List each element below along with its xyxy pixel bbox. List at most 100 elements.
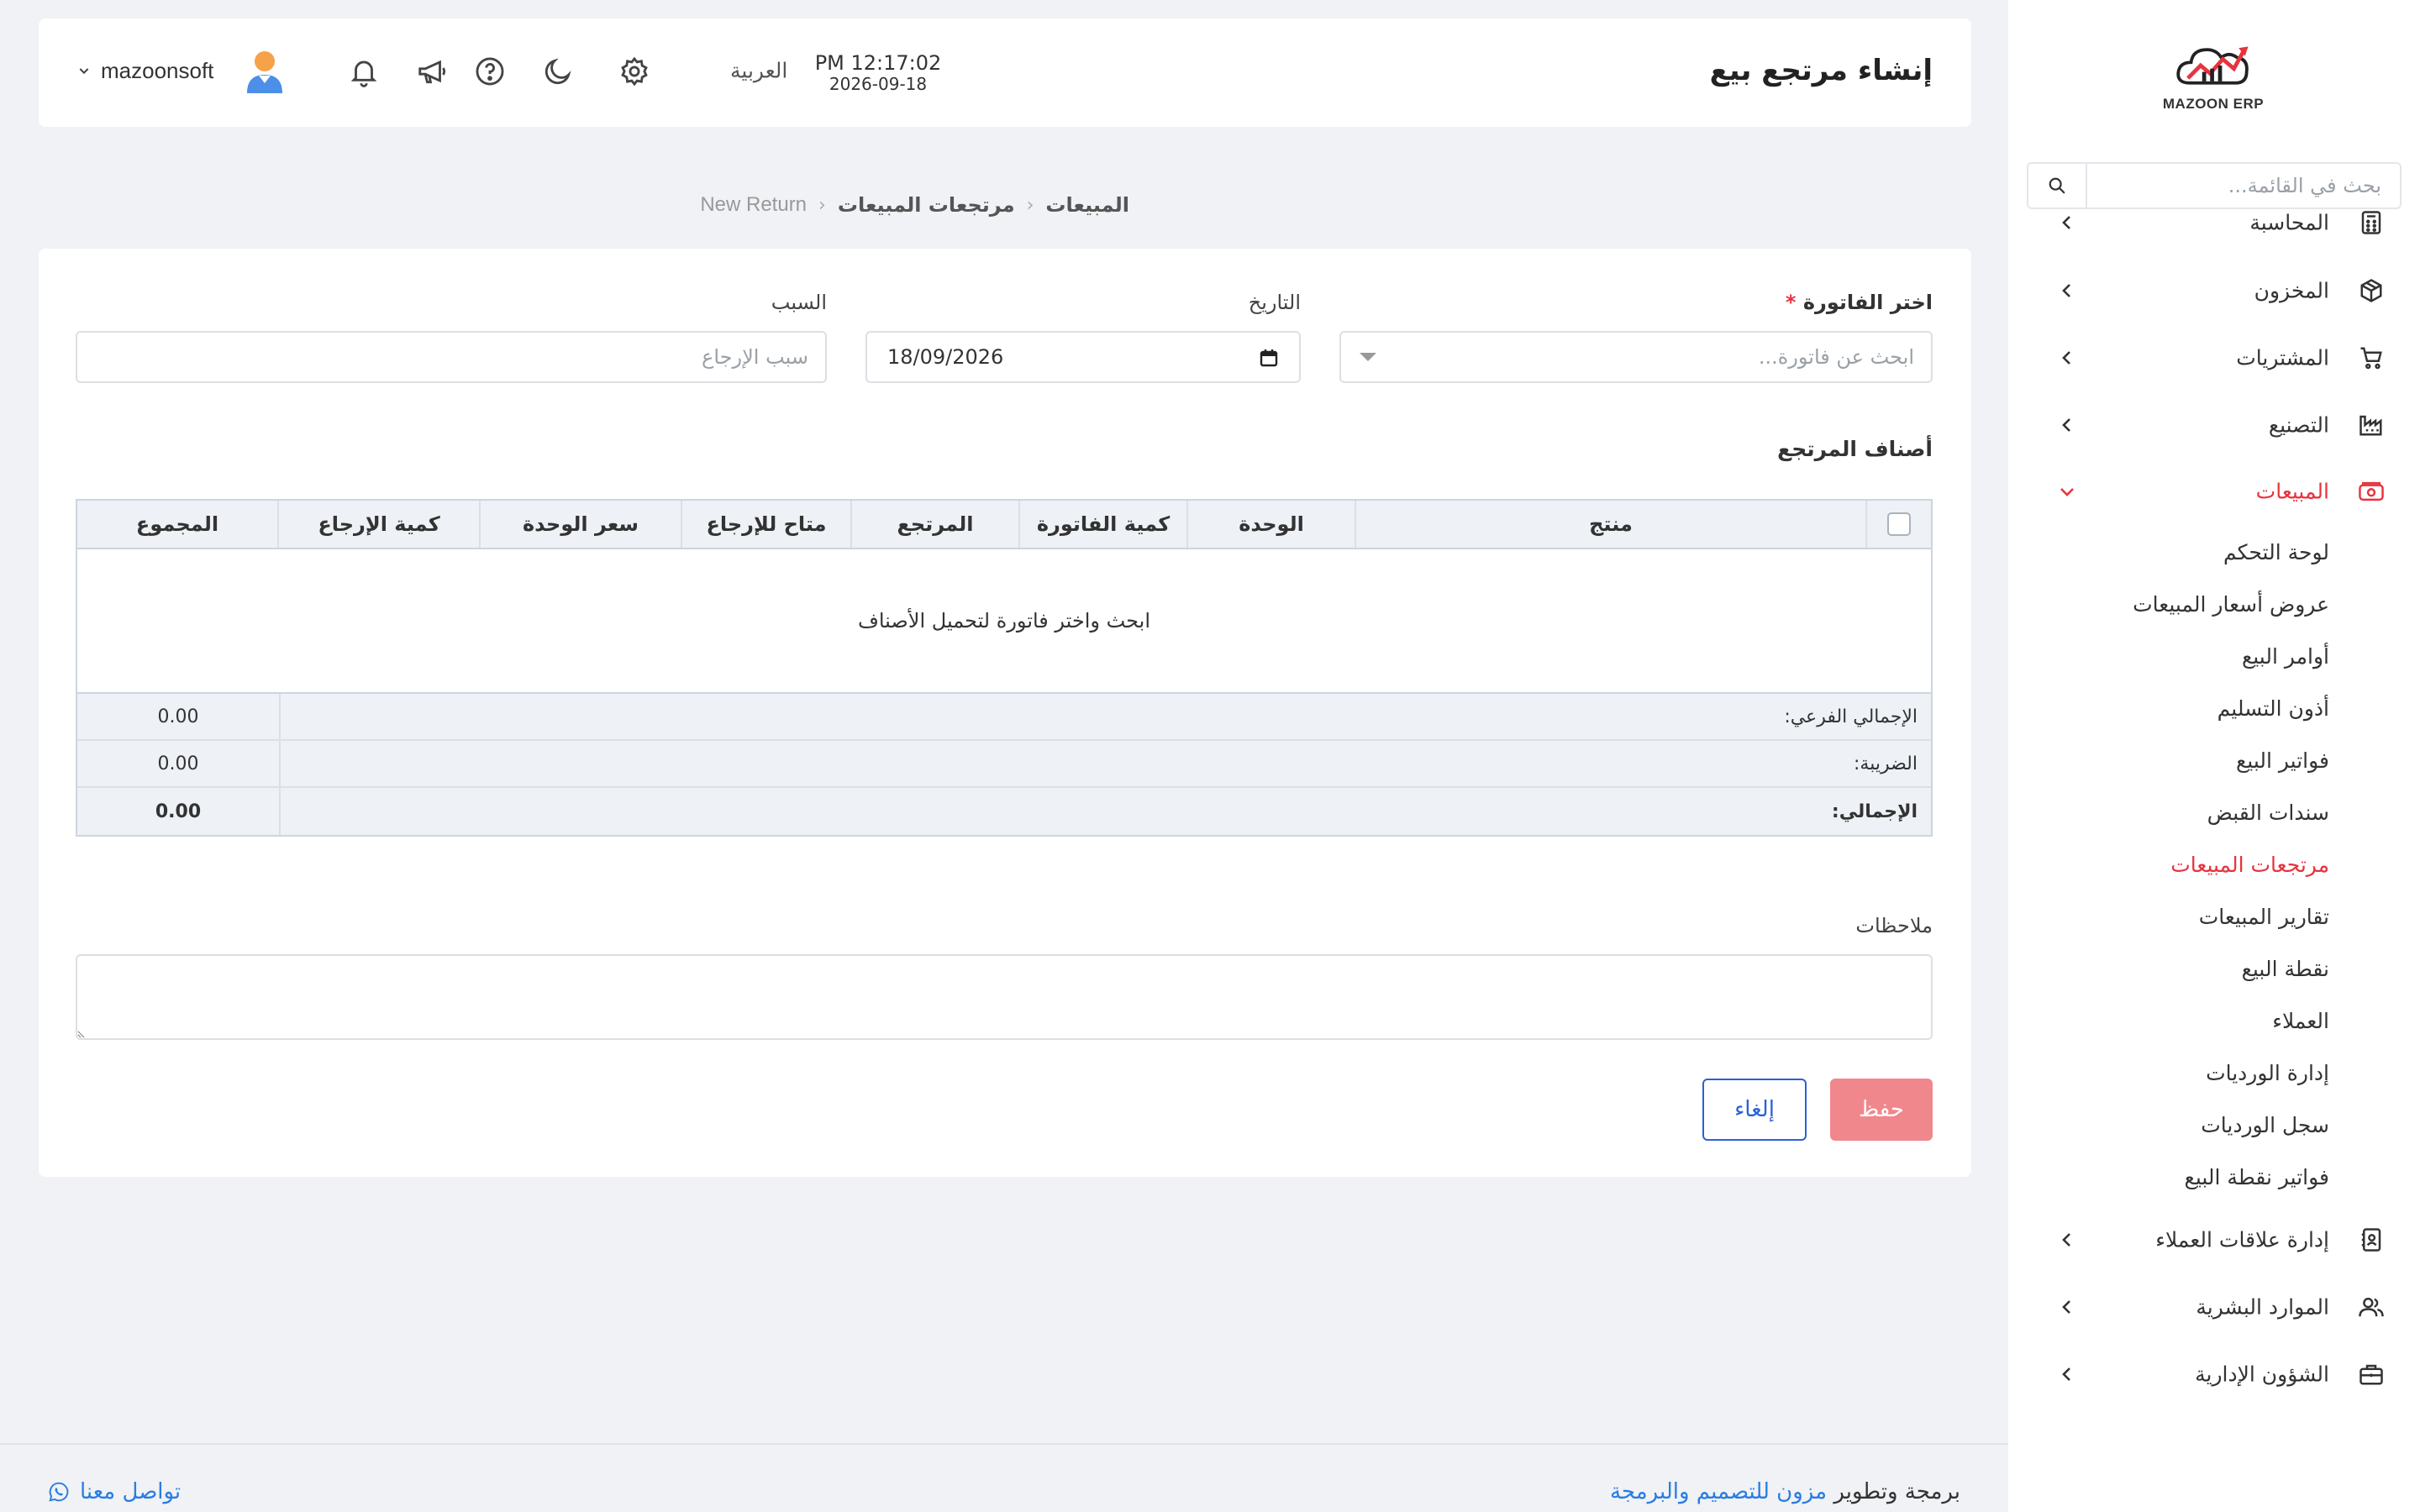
sidebar-subitem-shift-management[interactable]: إدارة الورديات: [2206, 1061, 2329, 1085]
sidebar-subitem-pos-invoices[interactable]: فواتير نقطة البيع: [2185, 1165, 2329, 1189]
sidebar-search-input[interactable]: [2087, 164, 2400, 207]
sidebar-item-label: المحاسبة: [2249, 210, 2329, 235]
chevron-down-icon: [79, 68, 89, 75]
sidebar-item-admin[interactable]: الشؤون الإدارية: [2008, 1345, 2420, 1404]
page-title: إنشاء مرتجع بيع: [1709, 54, 1933, 87]
column-header[interactable]: الوحدة: [1186, 501, 1355, 548]
footer-credit: برمجة وتطوير مزون للتصميم والبرمجة: [1610, 1479, 1960, 1504]
date-value: 18/09/2026: [887, 345, 1004, 369]
sidebar-subitem-sales-reports[interactable]: تقارير المبيعات: [2199, 905, 2329, 929]
sidebar-item-inventory[interactable]: المخزون: [2008, 261, 2420, 320]
column-header[interactable]: كمية الفاتورة: [1018, 501, 1186, 548]
gear-icon[interactable]: [617, 54, 652, 89]
sidebar-subitem-quotations[interactable]: عروض أسعار المبيعات: [2133, 592, 2329, 617]
sidebar-subitem-receipts[interactable]: سندات القبض: [2207, 801, 2329, 825]
breadcrumb-separator-icon: ‹: [818, 194, 826, 216]
sidebar-subitem-shift-log[interactable]: سجل الورديات: [2201, 1113, 2329, 1137]
sidebar-subitem-sales-invoices[interactable]: فواتير البيع: [2236, 748, 2329, 773]
sidebar-item-label: إدارة علاقات العملاء: [2155, 1227, 2329, 1252]
tax-row: الضريبة: 0.00: [77, 741, 1931, 788]
sidebar-subitem-delivery-notes[interactable]: أذون التسليم: [2217, 696, 2329, 721]
chevron-down-icon: [2060, 488, 2074, 496]
column-header[interactable]: كمية الإرجاع: [277, 501, 479, 548]
sidebar-item-crm[interactable]: إدارة علاقات العملاء: [2008, 1210, 2420, 1269]
factory-icon: [2356, 410, 2386, 440]
notes-label: ملاحظات: [1855, 914, 1933, 937]
caret-down-icon: [1360, 353, 1376, 361]
sidebar-item-manufacturing[interactable]: التصنيع: [2008, 396, 2420, 454]
column-header[interactable]: سعر الوحدة: [479, 501, 681, 548]
help-icon[interactable]: [472, 54, 508, 89]
clock-date: 2026-09-18: [829, 74, 928, 95]
sidebar-item-purchases[interactable]: المشتريات: [2008, 328, 2420, 387]
invoice-select-placeholder: ابحث عن فاتورة...: [1758, 345, 1914, 369]
cart-icon: [2356, 343, 2386, 373]
subtotal-row: الإجمالي الفرعي: 0.00: [77, 694, 1931, 741]
column-header[interactable]: متاح للإرجاع: [681, 501, 850, 548]
invoice-label: اختر الفاتورة *: [1785, 291, 1933, 314]
sidebar-item-accounting[interactable]: المحاسبة: [2008, 210, 2420, 252]
announcement-icon[interactable]: [414, 54, 450, 89]
footer-credit-prefix: برمجة وتطوير: [1833, 1479, 1960, 1504]
sidebar-item-sales[interactable]: المبيعات: [2008, 462, 2420, 521]
table-header: منتج الوحدة كمية الفاتورة المرتجع متاح ل…: [77, 501, 1931, 549]
brand-logo[interactable]: MAZOON ERP: [2161, 37, 2265, 113]
reason-placeholder: سبب الإرجاع: [702, 345, 808, 369]
breadcrumb-current: New Return: [700, 193, 808, 216]
cancel-button[interactable]: إلغاء: [1702, 1079, 1807, 1141]
tax-label: الضريبة:: [279, 741, 1931, 786]
box-icon: [2356, 276, 2386, 306]
reason-label: السبب: [771, 291, 827, 314]
sidebar-subitem-sales-returns[interactable]: مرتجعات المبيعات: [2170, 853, 2329, 877]
sidebar-subitem-dashboard[interactable]: لوحة التحكم: [2223, 540, 2329, 564]
save-button[interactable]: حفظ: [1830, 1079, 1933, 1141]
user-menu[interactable]: mazoonsoft: [77, 48, 286, 93]
language-switch[interactable]: العربية: [730, 59, 787, 83]
column-header[interactable]: المجموع: [77, 501, 277, 548]
subtotal-value: 0.00: [157, 706, 199, 727]
select-all-checkbox[interactable]: [1887, 512, 1911, 536]
empty-table-message: ابحث واختر فاتورة لتحميل الأصناف: [77, 549, 1931, 694]
bell-icon[interactable]: [346, 54, 381, 89]
footer-company-link[interactable]: مزون للتصميم والبرمجة: [1610, 1479, 1827, 1504]
breadcrumb-separator-icon: ‹: [1026, 194, 1034, 216]
sidebar-item-label: الموارد البشرية: [2196, 1294, 2329, 1320]
users-icon: [2356, 1292, 2386, 1322]
grand-total-value: 0.00: [155, 801, 202, 822]
sidebar-menu: المحاسبة المخزون المشتريات التصنيع المبي…: [2008, 210, 2420, 1411]
invoice-select[interactable]: ابحث عن فاتورة...: [1339, 331, 1933, 383]
sidebar-item-label: الشؤون الإدارية: [2195, 1362, 2329, 1387]
username: mazoonsoft: [101, 57, 214, 83]
sidebar-item-hr[interactable]: الموارد البشرية: [2008, 1278, 2420, 1336]
chevron-left-icon: [2062, 284, 2070, 297]
avatar: [247, 51, 283, 93]
chevron-left-icon: [2062, 216, 2070, 229]
sidebar-subitem-customers[interactable]: العملاء: [2272, 1009, 2329, 1033]
tax-value: 0.00: [157, 753, 199, 774]
select-all-cell: [1865, 501, 1931, 548]
contact-us-link[interactable]: تواصل معنا: [48, 1479, 181, 1504]
sales-icon: [2356, 476, 2386, 507]
dark-mode-icon[interactable]: [540, 54, 576, 89]
reason-input[interactable]: سبب الإرجاع: [76, 331, 827, 383]
breadcrumb-sales[interactable]: المبيعات: [1045, 193, 1129, 217]
sidebar: MAZOON ERP المحاسبة المخزون المشت: [2008, 0, 2420, 1512]
column-header[interactable]: منتج: [1355, 501, 1865, 548]
chevron-left-icon: [2062, 1233, 2070, 1247]
header-clock: PM 12:17:02 2026-09-18: [798, 52, 958, 95]
date-input[interactable]: 18/09/2026: [865, 331, 1301, 383]
sidebar-item-label: المشتريات: [2236, 345, 2329, 370]
calendar-icon[interactable]: [1259, 348, 1279, 368]
grand-total-row: الإجمالي: 0.00: [77, 788, 1931, 835]
chevron-left-icon: [2062, 1300, 2070, 1314]
sidebar-search[interactable]: [2027, 162, 2402, 209]
column-header[interactable]: المرتجع: [850, 501, 1018, 548]
sidebar-subitem-pos[interactable]: نقطة البيع: [2242, 957, 2329, 981]
search-icon[interactable]: [2028, 164, 2087, 207]
breadcrumb-sales-returns[interactable]: مرتجعات المبيعات: [838, 193, 1015, 217]
return-form-card: اختر الفاتورة * ابحث عن فاتورة... التاري…: [39, 249, 1971, 1177]
sidebar-subitem-sales-orders[interactable]: أوامر البيع: [2242, 644, 2329, 669]
notes-textarea[interactable]: [76, 954, 1933, 1040]
chevron-left-icon: [2062, 351, 2070, 365]
chevron-left-icon: [2062, 1368, 2070, 1381]
